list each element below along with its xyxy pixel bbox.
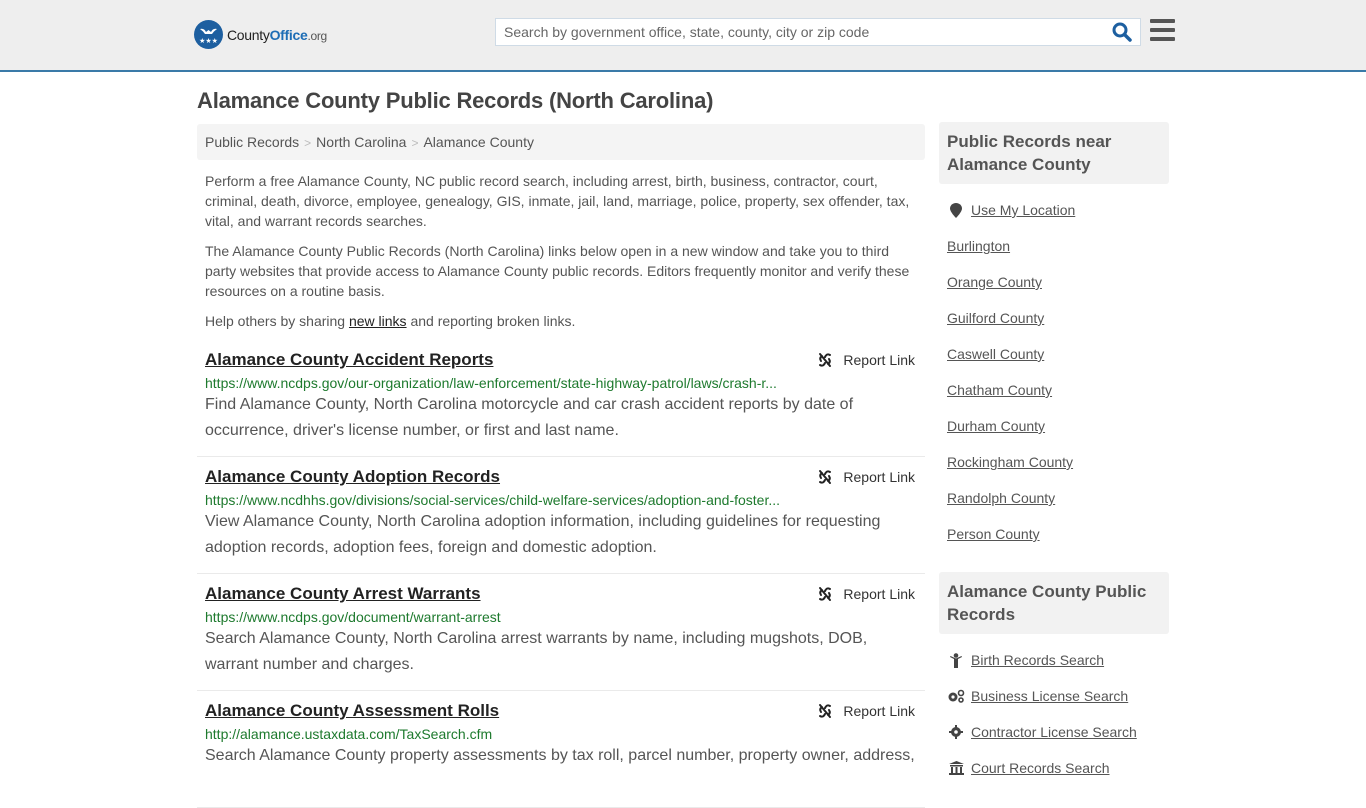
record-title-link[interactable]: Alamance County Accident Reports <box>205 350 493 370</box>
record-list: Alamance County Accident Reports Report … <box>197 340 925 808</box>
record-item: Alamance County Accident Reports Report … <box>197 340 925 457</box>
menu-bar <box>1150 37 1175 41</box>
intro-paragraph: The Alamance County Public Records (Nort… <box>205 243 910 299</box>
county-record-item: Contractor License Search <box>947 714 1161 750</box>
county-record-item: Business License Search <box>947 678 1161 714</box>
menu-bar <box>1150 28 1175 32</box>
breadcrumb-north-carolina[interactable]: North Carolina <box>316 134 406 150</box>
court-records-search-link[interactable]: Court Records Search <box>971 760 1110 776</box>
report-link-button[interactable]: Report Link <box>817 703 915 719</box>
nearby-item: Burlington <box>947 228 1161 264</box>
nearby-link-guilford-county[interactable]: Guilford County <box>947 310 1044 326</box>
breadcrumb-separator: > <box>411 136 419 150</box>
business-license-search-link[interactable]: Business License Search <box>971 688 1128 704</box>
search-button[interactable] <box>1112 22 1134 42</box>
nearby-records-heading: Public Records near Alamance County <box>939 122 1169 184</box>
record-url[interactable]: https://www.ncdps.gov/our-organization/l… <box>205 375 917 391</box>
record-url[interactable]: http://alamance.ustaxdata.com/TaxSearch.… <box>205 726 917 742</box>
contractor-license-search-link[interactable]: Contractor License Search <box>971 724 1137 740</box>
courthouse-icon <box>947 761 965 775</box>
birth-records-search-link[interactable]: Birth Records Search <box>971 652 1104 668</box>
county-record-item: Birth Records Search <box>947 642 1161 678</box>
nearby-item: Randolph County <box>947 480 1161 516</box>
site-logo[interactable]: ★★★ CountyOffice.org <box>194 20 327 49</box>
nearby-item: Orange County <box>947 264 1161 300</box>
search-icon <box>1112 22 1132 42</box>
map-marker-icon <box>947 202 965 218</box>
record-url[interactable]: https://www.ncdps.gov/document/warrant-a… <box>205 609 917 625</box>
nearby-item: Caswell County <box>947 336 1161 372</box>
breadcrumb-separator: > <box>304 136 312 150</box>
record-url[interactable]: https://www.ncdhhs.gov/divisions/social-… <box>205 492 917 508</box>
svg-text:★★★: ★★★ <box>199 37 218 45</box>
nearby-item: Durham County <box>947 408 1161 444</box>
county-record-item: Court Records Search <box>947 750 1161 786</box>
county-records-heading: Alamance County Public Records <box>939 572 1169 634</box>
report-link-button[interactable]: Report Link <box>817 586 915 602</box>
menu-bar <box>1150 19 1175 23</box>
breadcrumb: Public Records > North Carolina > Alamance C… <box>197 124 925 160</box>
breadcrumb-current: Alamance County <box>423 134 534 150</box>
nearby-link-person-county[interactable]: Person County <box>947 526 1040 542</box>
record-description: Find Alamance County, North Carolina mot… <box>205 396 854 439</box>
nearby-link-burlington[interactable]: Burlington <box>947 238 1010 254</box>
record-item: Alamance County Assessment Rolls Report … <box>197 691 925 808</box>
nearby-link-rockingham-county[interactable]: Rockingham County <box>947 454 1073 470</box>
nearby-link-orange-county[interactable]: Orange County <box>947 274 1042 290</box>
record-description: View Alamance County, North Carolina ado… <box>205 513 881 556</box>
report-link-button[interactable]: Report Link <box>817 469 915 485</box>
intro-paragraph: Perform a free Alamance County, NC publi… <box>205 173 910 229</box>
broken-link-icon <box>819 470 832 484</box>
use-location-item: Use My Location <box>947 192 1161 228</box>
broken-link-icon <box>819 704 832 718</box>
nearby-link-chatham-county[interactable]: Chatham County <box>947 382 1052 398</box>
record-item: Alamance County Arrest Warrants Report L… <box>197 574 925 691</box>
record-title-link[interactable]: Alamance County Assessment Rolls <box>205 701 499 721</box>
search-box <box>495 18 1141 46</box>
sidebar: Public Records near Alamance County Use … <box>939 122 1169 786</box>
nearby-item: Rockingham County <box>947 444 1161 480</box>
intro-text: Perform a free Alamance County, NC publi… <box>205 171 920 341</box>
site-header: ★★★ CountyOffice.org <box>0 0 1366 72</box>
nearby-list: Use My Location Burlington Orange County… <box>939 184 1169 552</box>
record-title-link[interactable]: Alamance County Arrest Warrants <box>205 584 481 604</box>
nearby-link-randolph-county[interactable]: Randolph County <box>947 490 1055 506</box>
child-icon <box>947 652 965 668</box>
use-my-location-link[interactable]: Use My Location <box>971 202 1075 218</box>
eagle-logo-icon: ★★★ <box>194 20 223 49</box>
nearby-link-durham-county[interactable]: Durham County <box>947 418 1045 434</box>
breadcrumb-public-records[interactable]: Public Records <box>205 134 299 150</box>
record-item: Alamance County Adoption Records Report … <box>197 457 925 574</box>
county-records-section: Alamance County Public Records Birth Rec… <box>939 572 1169 786</box>
broken-link-icon <box>819 587 832 601</box>
nearby-link-caswell-county[interactable]: Caswell County <box>947 346 1044 362</box>
new-links-link[interactable]: new links <box>349 313 407 329</box>
report-link-button[interactable]: Report Link <box>817 352 915 368</box>
nearby-item: Person County <box>947 516 1161 552</box>
record-description: Search Alamance County, North Carolina a… <box>205 630 868 673</box>
broken-link-icon <box>819 353 832 367</box>
intro-help-paragraph: Help others by sharing new links and rep… <box>205 313 576 329</box>
record-title-link[interactable]: Alamance County Adoption Records <box>205 467 500 487</box>
page-title: Alamance County Public Records (North Ca… <box>197 88 714 113</box>
record-description: Search Alamance County property assessme… <box>205 747 915 764</box>
gear-icon <box>947 725 965 739</box>
hamburger-menu-button[interactable] <box>1150 19 1175 42</box>
logo-text: CountyOffice.org <box>227 26 327 43</box>
nearby-item: Chatham County <box>947 372 1161 408</box>
county-records-list: Birth Records Search Business License Se… <box>939 634 1169 786</box>
gears-icon <box>947 689 965 703</box>
search-input[interactable] <box>496 19 1096 45</box>
nearby-item: Guilford County <box>947 300 1161 336</box>
